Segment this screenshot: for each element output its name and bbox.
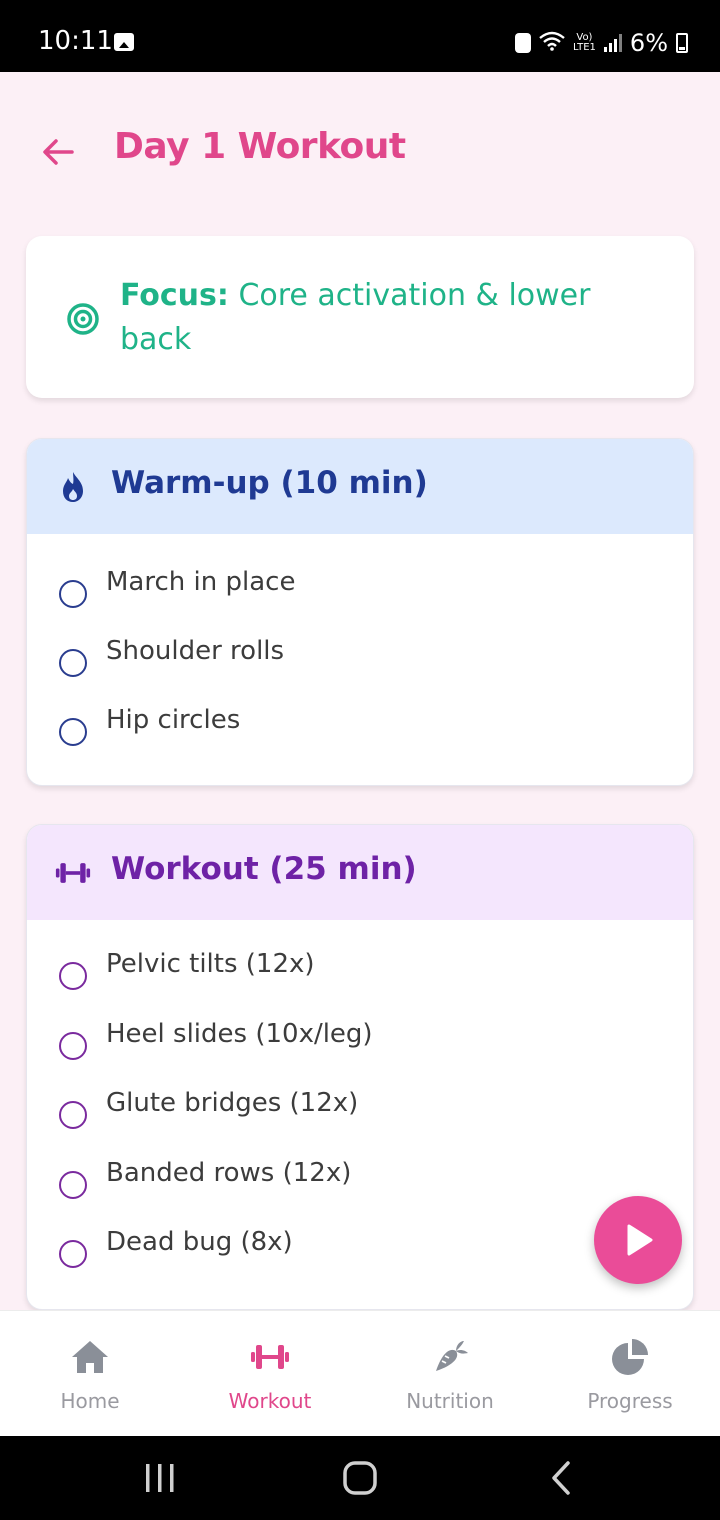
exercise-item[interactable]: Banded rows (12x) bbox=[27, 1143, 693, 1213]
page-title: Day 1 Workout bbox=[114, 126, 406, 167]
back-button[interactable] bbox=[36, 130, 80, 174]
gallery-notification-icon bbox=[114, 33, 134, 51]
focus-description: Focus: Core activation & lower back bbox=[120, 274, 640, 362]
warmup-section: Warm-up (10 min) March in place Shoulder… bbox=[26, 438, 694, 786]
carrot-icon bbox=[436, 1341, 468, 1371]
exercise-label: Pelvic tilts (12x) bbox=[106, 949, 315, 979]
checkbox-circle[interactable] bbox=[59, 648, 87, 677]
nav-item-workout[interactable]: Workout bbox=[180, 1311, 360, 1437]
exercise-label: Banded rows (12x) bbox=[106, 1157, 352, 1188]
exercise-label: Heel slides (10x/leg) bbox=[106, 1018, 373, 1049]
bottom-navigation: Home Workout Nutrition Progress bbox=[0, 1310, 720, 1436]
exercise-item[interactable]: Dead bug (8x) bbox=[27, 1212, 693, 1282]
nav-label-home: Home bbox=[60, 1389, 120, 1413]
exercise-item[interactable]: March in place bbox=[27, 550, 693, 620]
nav-label-progress: Progress bbox=[587, 1389, 673, 1413]
exercise-label: Glute bridges (12x) bbox=[106, 1088, 359, 1118]
exercise-label: Hip circles bbox=[106, 705, 241, 735]
nav-item-home[interactable]: Home bbox=[0, 1311, 180, 1437]
app-header: Day 1 Workout bbox=[0, 100, 720, 204]
checkbox-circle[interactable] bbox=[59, 962, 87, 990]
warmup-title: Warm-up (10 min) bbox=[111, 465, 428, 501]
workout-header: Workout (25 min) bbox=[27, 825, 693, 920]
checkbox-circle[interactable] bbox=[59, 1031, 87, 1060]
warmup-header: Warm-up (10 min) bbox=[27, 439, 693, 534]
exercise-label: March in place bbox=[106, 567, 296, 597]
play-icon bbox=[627, 1224, 653, 1256]
wifi-icon bbox=[539, 31, 565, 56]
exercise-label: Shoulder rolls bbox=[106, 635, 285, 666]
dumbbell-icon bbox=[251, 1345, 289, 1369]
workout-title: Workout (25 min) bbox=[111, 851, 417, 887]
warmup-list: March in place Shoulder rolls Hip circle… bbox=[27, 534, 693, 759]
home-icon bbox=[72, 1341, 108, 1373]
pie-chart-icon bbox=[612, 1339, 648, 1375]
status-time: 10:11 bbox=[38, 26, 113, 56]
exercise-item[interactable]: Pelvic tilts (12x) bbox=[27, 934, 693, 1004]
home-button-icon[interactable] bbox=[340, 1458, 380, 1498]
nav-label-workout: Workout bbox=[228, 1389, 312, 1413]
back-nav-icon[interactable] bbox=[542, 1458, 582, 1498]
fire-icon bbox=[63, 472, 83, 502]
focus-card: Focus: Core activation & lower back bbox=[26, 236, 694, 398]
battery-percent: 6% bbox=[629, 29, 668, 57]
status-icons: Vo) LTE1 6% bbox=[514, 26, 688, 60]
lte-indicator: Vo) LTE1 bbox=[572, 32, 596, 53]
workout-list: Pelvic tilts (12x) Heel slides (10x/leg)… bbox=[27, 920, 693, 1282]
clipboard-icon bbox=[514, 33, 531, 53]
nav-item-progress[interactable]: Progress bbox=[540, 1311, 720, 1437]
target-icon bbox=[67, 303, 99, 335]
battery-icon bbox=[676, 33, 688, 53]
exercise-label: Dead bug (8x) bbox=[106, 1227, 293, 1257]
exercise-item[interactable]: Heel slides (10x/leg) bbox=[27, 1004, 693, 1074]
exercise-item[interactable]: Hip circles bbox=[27, 689, 693, 759]
network-type: LTE1 bbox=[572, 42, 596, 53]
signal-icon bbox=[603, 34, 622, 52]
checkbox-circle[interactable] bbox=[59, 1170, 87, 1199]
checkbox-circle[interactable] bbox=[59, 580, 87, 608]
focus-label: Focus: bbox=[120, 278, 229, 313]
start-workout-button[interactable] bbox=[594, 1196, 682, 1284]
system-navigation-bar bbox=[0, 1436, 720, 1520]
nav-item-nutrition[interactable]: Nutrition bbox=[360, 1311, 540, 1437]
exercise-item[interactable]: Glute bridges (12x) bbox=[27, 1073, 693, 1143]
recent-apps-icon[interactable] bbox=[140, 1458, 180, 1498]
checkbox-circle[interactable] bbox=[59, 1101, 87, 1129]
nav-label-nutrition: Nutrition bbox=[406, 1389, 494, 1413]
checkbox-circle[interactable] bbox=[59, 718, 87, 746]
back-arrow-icon bbox=[43, 139, 74, 165]
dumbbell-icon bbox=[55, 863, 91, 883]
status-bar: 10:11 Vo) LTE1 6% bbox=[0, 0, 720, 72]
exercise-item[interactable]: Shoulder rolls bbox=[27, 620, 693, 690]
checkbox-circle[interactable] bbox=[59, 1240, 87, 1268]
